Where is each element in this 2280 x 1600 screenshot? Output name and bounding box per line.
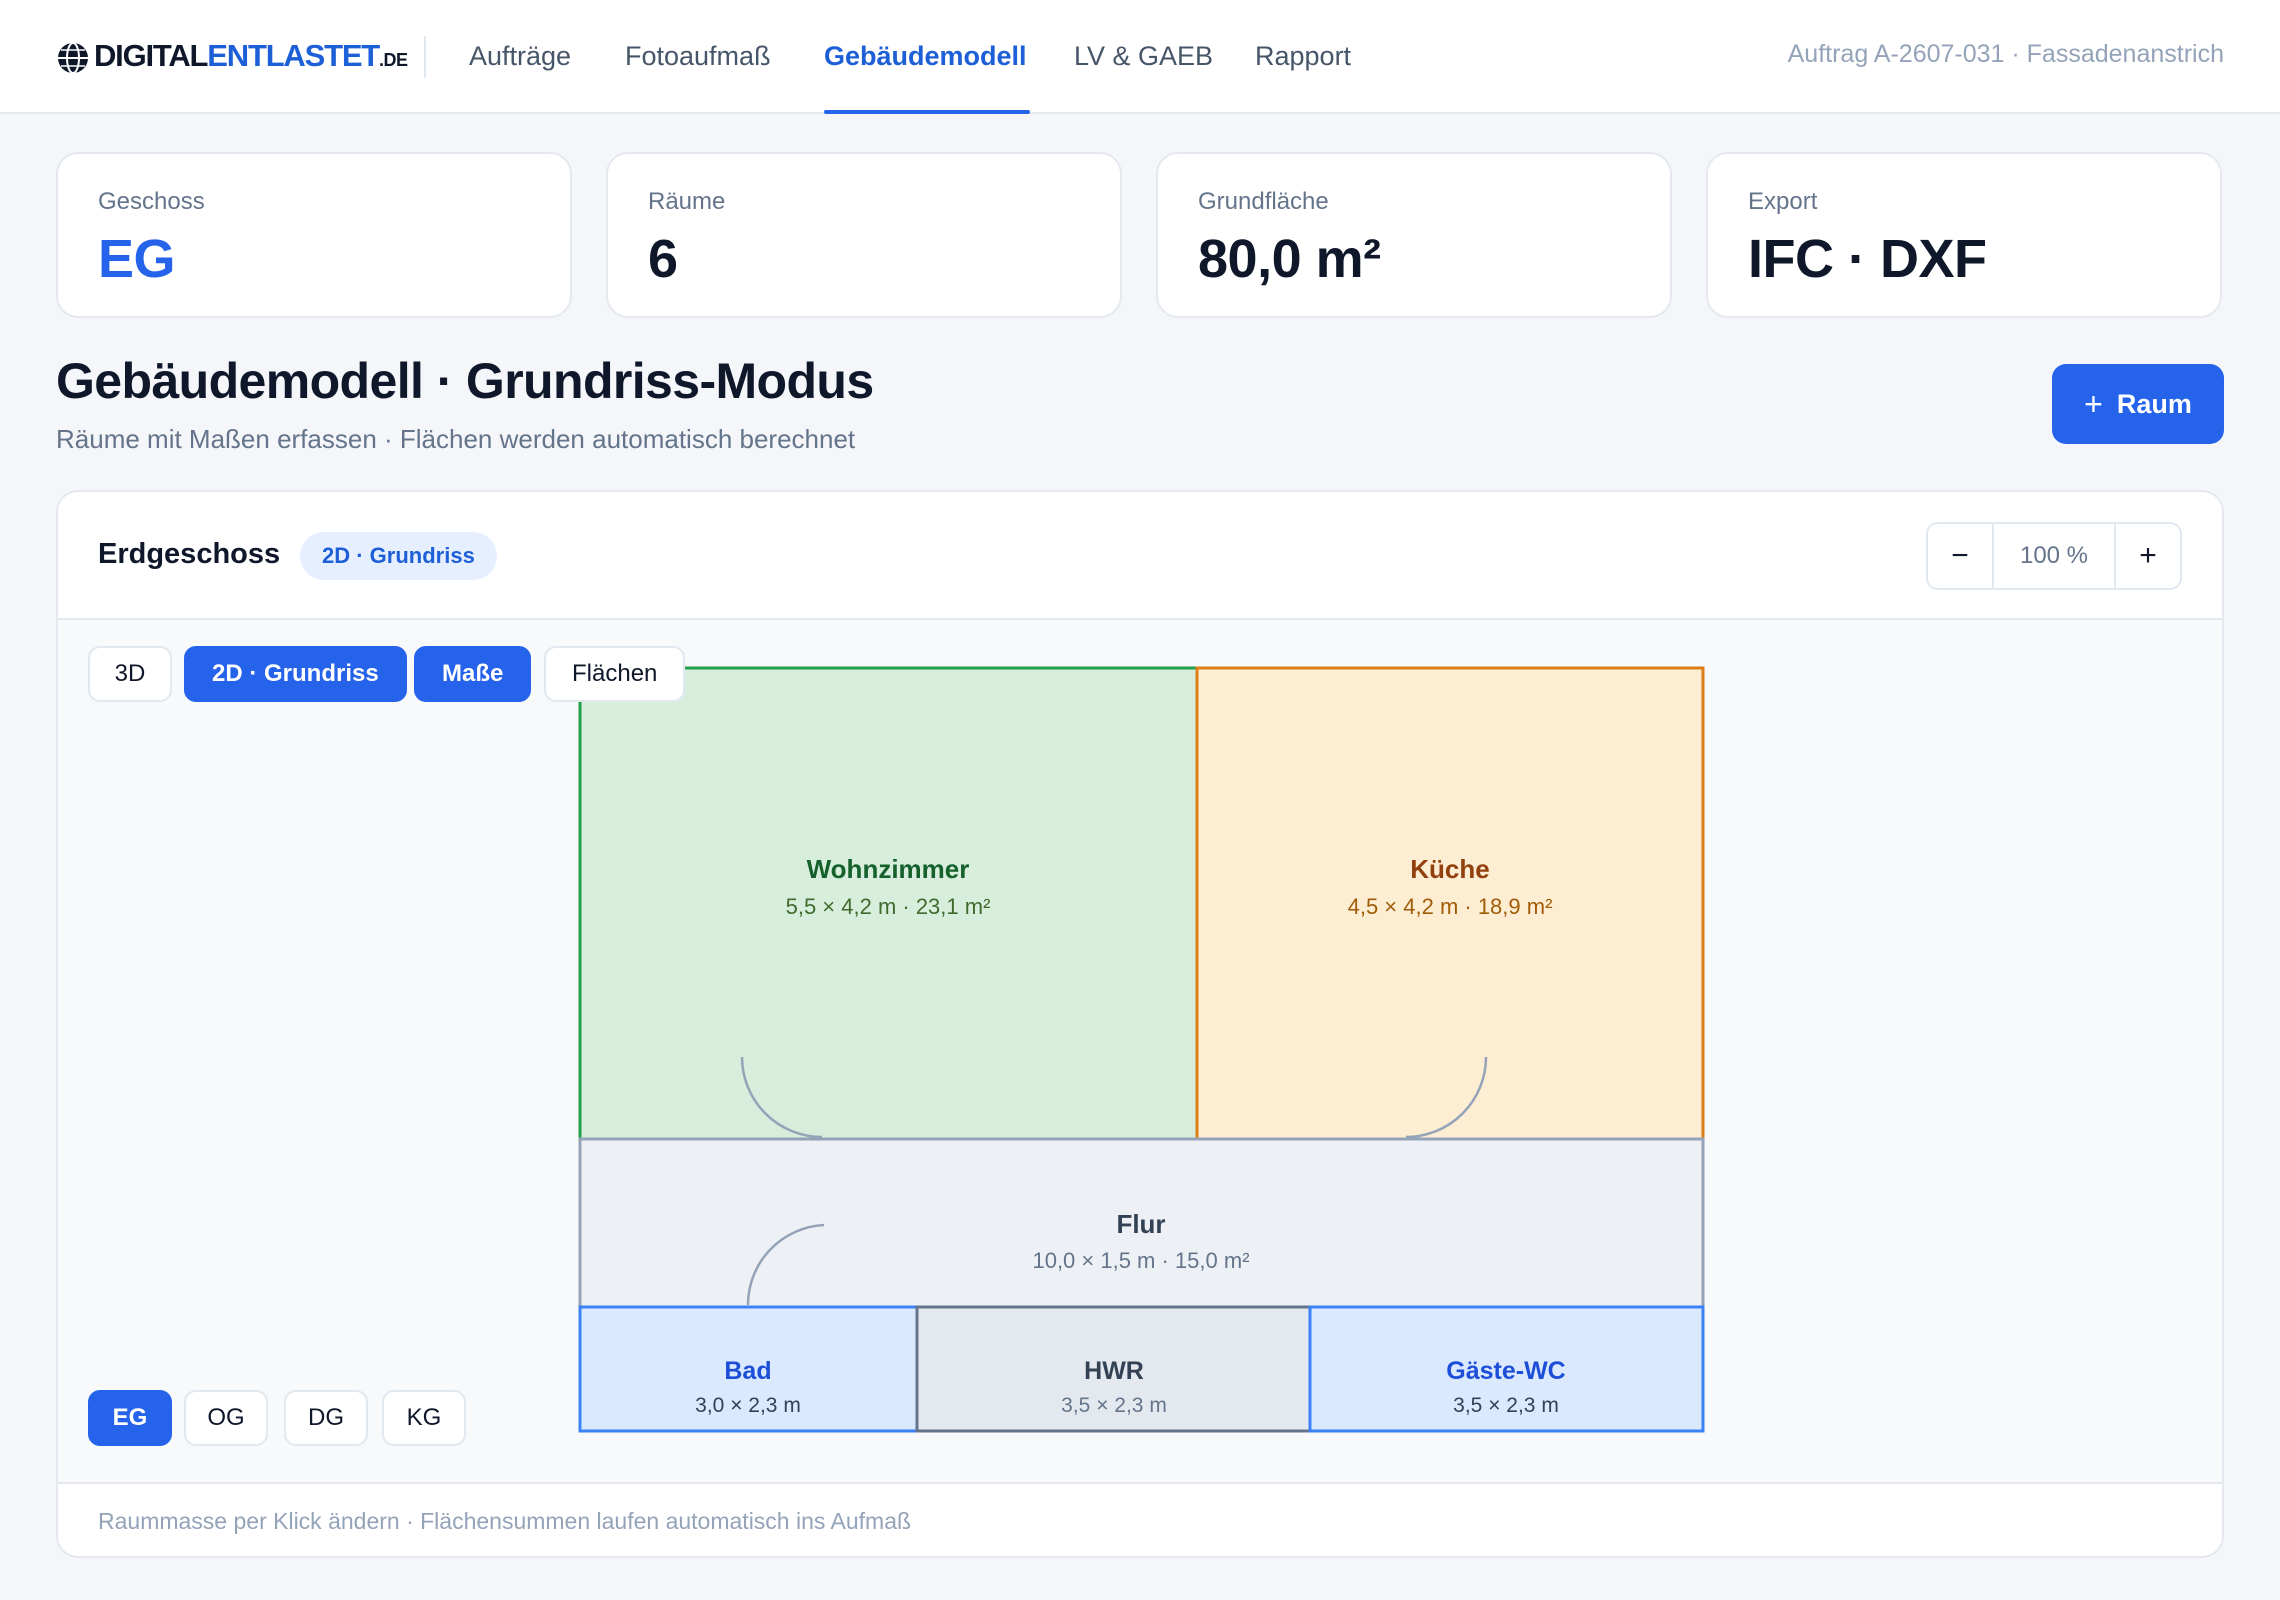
view-2d-grundriss-button[interactable]: 2D · Grundriss: [184, 646, 407, 702]
floor-title: Erdgeschoss: [98, 538, 281, 570]
stat-value: 80,0 m²: [1198, 229, 1381, 289]
stat-card-grundflaeche: Grundfläche 80,0 m²: [1156, 152, 1672, 318]
zoom-in-button[interactable]: +: [2116, 524, 2180, 588]
panel-footer: Raummasse per Klick ändern · Flächensumm…: [58, 1482, 2222, 1556]
mode-badge: 2D · Grundriss: [300, 532, 497, 580]
brand-logo[interactable]: DIGITALENTLASTET.DE: [56, 38, 408, 78]
globe-icon: [58, 42, 88, 74]
stat-value: IFC · DXF: [1748, 229, 1987, 289]
room-dims-flur: 10,0 × 1,5 m · 15,0 m²: [1032, 1248, 1249, 1273]
room-dims-hwr: 3,5 × 2,3 m: [1061, 1394, 1167, 1417]
floorplan-canvas[interactable]: Wohnzimmer 5,5 × 4,2 m · 23,1 m² Küche 4…: [58, 620, 2222, 1482]
stat-card-raeume: Räume 6: [606, 152, 1122, 318]
floor-button-dg[interactable]: DG: [284, 1390, 368, 1446]
top-navigation-bar: DIGITALENTLASTET.DE Aufträge Fotoaufmaß …: [0, 0, 2280, 114]
nav-divider: [424, 36, 426, 78]
zoom-out-button[interactable]: −: [1928, 524, 1992, 588]
room-name-flur: Flur: [1116, 1209, 1165, 1239]
floor-button-kg[interactable]: KG: [382, 1390, 466, 1446]
page-title: Gebäudemodell · Grundriss-Modus: [56, 353, 874, 409]
footer-hint: Raummasse per Klick ändern · Flächensumm…: [98, 1508, 912, 1534]
room-name-hwr: HWR: [1084, 1357, 1144, 1385]
brand-wordmark: DIGITALENTLASTET.DE: [94, 38, 408, 78]
brand-wordmark-part2: ENTLASTET: [207, 38, 380, 73]
brand-wordmark-part1: DIGITAL: [94, 38, 209, 73]
floor-button-eg[interactable]: EG: [88, 1390, 172, 1446]
stat-label: Export: [1748, 188, 1818, 215]
brand-wordmark-part3: .DE: [379, 50, 408, 70]
room-name-gaeste-wc: Gäste-WC: [1446, 1357, 1565, 1385]
toggle-flaechen-button[interactable]: Flächen: [544, 646, 686, 702]
room-name-bad: Bad: [724, 1357, 771, 1385]
nav-item-rapport[interactable]: Rapport: [1255, 38, 1351, 74]
room-dims-wohnzimmer: 5,5 × 4,2 m · 23,1 m²: [786, 894, 991, 919]
panel-header: Erdgeschoss 2D · Grundriss − 100 % +: [58, 492, 2222, 620]
toggle-masse-button[interactable]: Maße: [414, 646, 532, 702]
stat-card-geschoss: Geschoss EG: [56, 152, 572, 318]
floor-button-og[interactable]: OG: [184, 1390, 268, 1446]
floorplan-drawing: Wohnzimmer 5,5 × 4,2 m · 23,1 m² Küche 4…: [578, 666, 1705, 1433]
nav-item-auftraege[interactable]: Aufträge: [469, 38, 571, 74]
add-room-button[interactable]: + Raum: [2052, 364, 2224, 444]
room-name-kueche: Küche: [1410, 854, 1489, 884]
stat-label: Geschoss: [98, 188, 205, 215]
plus-icon: +: [2084, 386, 2103, 422]
nav-item-lv-gaeb[interactable]: LV & GAEB: [1074, 38, 1213, 74]
zoom-level: 100 %: [1992, 524, 2116, 588]
add-room-button-label: Raum: [2116, 388, 2192, 419]
stat-label: Grundfläche: [1198, 188, 1329, 215]
stat-value: 6: [648, 229, 678, 289]
floorplan-panel: Erdgeschoss 2D · Grundriss − 100 % + Woh…: [56, 490, 2224, 1558]
room-dims-gaeste-wc: 3,5 × 2,3 m: [1453, 1394, 1559, 1417]
nav-item-fotoaufmass[interactable]: Fotoaufmaß: [625, 38, 771, 74]
stat-card-export: Export IFC · DXF: [1706, 152, 2222, 318]
room-dims-kueche: 4,5 × 4,2 m · 18,9 m²: [1348, 894, 1553, 919]
view-3d-button[interactable]: 3D: [88, 646, 172, 702]
room-dims-bad: 3,0 × 2,3 m: [695, 1394, 801, 1417]
page-subtitle: Räume mit Maßen erfassen · Flächen werde…: [56, 424, 856, 454]
job-reference: Auftrag A-2607-031 · Fassadenanstrich: [1787, 40, 2224, 68]
active-nav-indicator: [824, 110, 1030, 114]
room-name-wohnzimmer: Wohnzimmer: [807, 854, 970, 884]
stat-value: EG: [98, 229, 176, 289]
stat-label: Räume: [648, 188, 726, 215]
nav-item-gebaeudemodell[interactable]: Gebäudemodell: [824, 38, 1027, 74]
zoom-control: − 100 % +: [1926, 522, 2182, 590]
